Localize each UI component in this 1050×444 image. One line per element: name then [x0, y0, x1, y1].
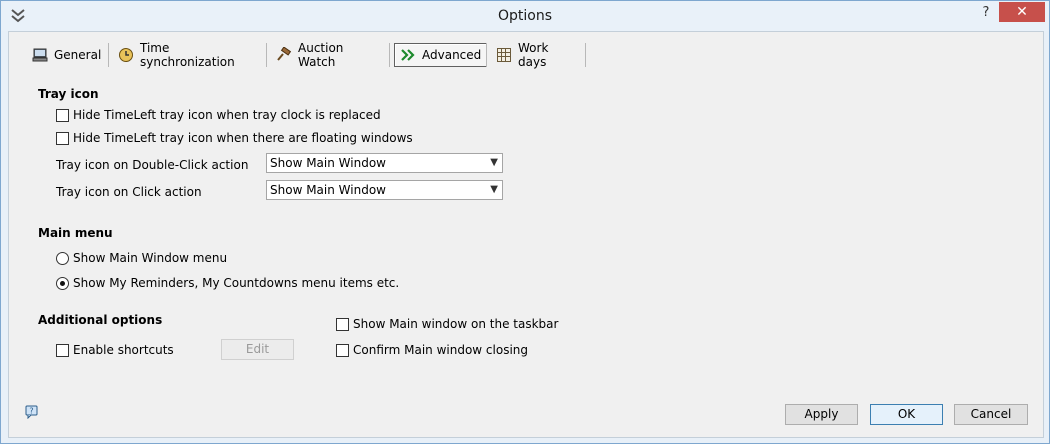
show-taskbar-row[interactable]: Show Main window on the taskbar — [336, 317, 558, 331]
tab-general[interactable]: General — [27, 43, 106, 67]
svg-text:?: ? — [29, 407, 33, 416]
gavel-icon — [276, 46, 292, 63]
double-chevron-icon — [400, 47, 416, 63]
enable-shortcuts-checkbox[interactable] — [56, 343, 69, 357]
show-main-window-menu-label: Show Main Window menu — [73, 251, 228, 265]
click-action-select[interactable]: Show Main Window ▼ — [266, 180, 503, 200]
ok-button[interactable]: OK — [870, 404, 943, 425]
calendar-grid-icon — [496, 47, 512, 63]
context-help-icon[interactable]: ? — [25, 405, 39, 419]
clock-globe-icon — [118, 47, 134, 63]
tab-separator — [389, 43, 390, 67]
hide-floating-label: Hide TimeLeft tray icon when there are f… — [73, 131, 413, 145]
hide-replaced-checkbox[interactable] — [56, 108, 69, 122]
tab-time-synchronization-label: Time synchronization — [140, 41, 235, 69]
help-button[interactable]: ? — [979, 5, 993, 20]
tab-work-days-label: Work days — [518, 41, 549, 69]
tab-general-label: General — [54, 48, 102, 62]
show-reminders-menu-radio[interactable] — [56, 276, 69, 290]
show-main-window-menu-radio[interactable] — [56, 251, 69, 265]
confirm-closing-label: Confirm Main window closing — [353, 343, 528, 357]
window-title: Options — [497, 8, 553, 24]
hide-floating-checkbox[interactable] — [56, 131, 69, 145]
dblclick-action-value: Show Main Window — [270, 156, 386, 170]
main-menu-section-title: Main menu — [38, 226, 113, 240]
main-menu-option1-row[interactable]: Show Main Window menu — [56, 251, 227, 265]
tab-auction-watch-label: Auction Watch — [298, 41, 344, 69]
tab-advanced-label: Advanced — [422, 48, 482, 62]
hide-replaced-label: Hide TimeLeft tray icon when tray clock … — [73, 108, 381, 122]
confirm-closing-row[interactable]: Confirm Main window closing — [336, 343, 528, 357]
tab-separator — [486, 43, 487, 67]
title-bar: Options ? ✕ — [1, 1, 1049, 31]
tab-separator — [585, 43, 586, 67]
dblclick-action-label: Tray icon on Double-Click action — [56, 158, 249, 172]
tab-auction-watch[interactable]: Auction Watch — [271, 41, 348, 69]
main-menu-option2-row[interactable]: Show My Reminders, My Countdowns menu it… — [56, 276, 399, 290]
apply-button[interactable]: Apply — [785, 404, 858, 425]
computer-icon — [32, 47, 48, 63]
click-action-label: Tray icon on Click action — [56, 185, 202, 199]
enable-shortcuts-label: Enable shortcuts — [73, 343, 174, 357]
tab-time-synchronization[interactable]: Time synchronization — [113, 41, 240, 69]
tab-advanced[interactable]: Advanced — [394, 43, 488, 67]
hide-replaced-row[interactable]: Hide TimeLeft tray icon when tray clock … — [56, 108, 381, 122]
dblclick-action-select[interactable]: Show Main Window ▼ — [266, 153, 503, 173]
click-action-value: Show Main Window — [270, 183, 386, 197]
hide-floating-row[interactable]: Hide TimeLeft tray icon when there are f… — [56, 131, 413, 145]
cancel-button[interactable]: Cancel — [954, 404, 1028, 425]
dialog-client-area: General Time synchronization Auction Wat… — [8, 31, 1044, 438]
tab-separator — [108, 43, 109, 67]
tray-icon-section-title: Tray icon — [38, 87, 99, 101]
show-taskbar-label: Show Main window on the taskbar — [353, 317, 559, 331]
tab-work-days[interactable]: Work days — [491, 41, 553, 69]
additional-options-section-title: Additional options — [38, 313, 163, 327]
options-window: Options ? ✕ General Time synchronization — [0, 0, 1050, 444]
chevron-down-icon[interactable]: ▼ — [490, 181, 498, 199]
tab-separator — [266, 43, 267, 67]
confirm-closing-checkbox[interactable] — [336, 343, 349, 357]
close-button[interactable]: ✕ — [999, 2, 1045, 22]
enable-shortcuts-row[interactable]: Enable shortcuts — [56, 343, 174, 357]
chevron-down-icon[interactable]: ▼ — [490, 154, 498, 172]
show-taskbar-checkbox[interactable] — [336, 317, 349, 331]
show-reminders-menu-label: Show My Reminders, My Countdowns menu it… — [73, 276, 400, 290]
edit-shortcuts-button[interactable]: Edit — [221, 339, 294, 360]
